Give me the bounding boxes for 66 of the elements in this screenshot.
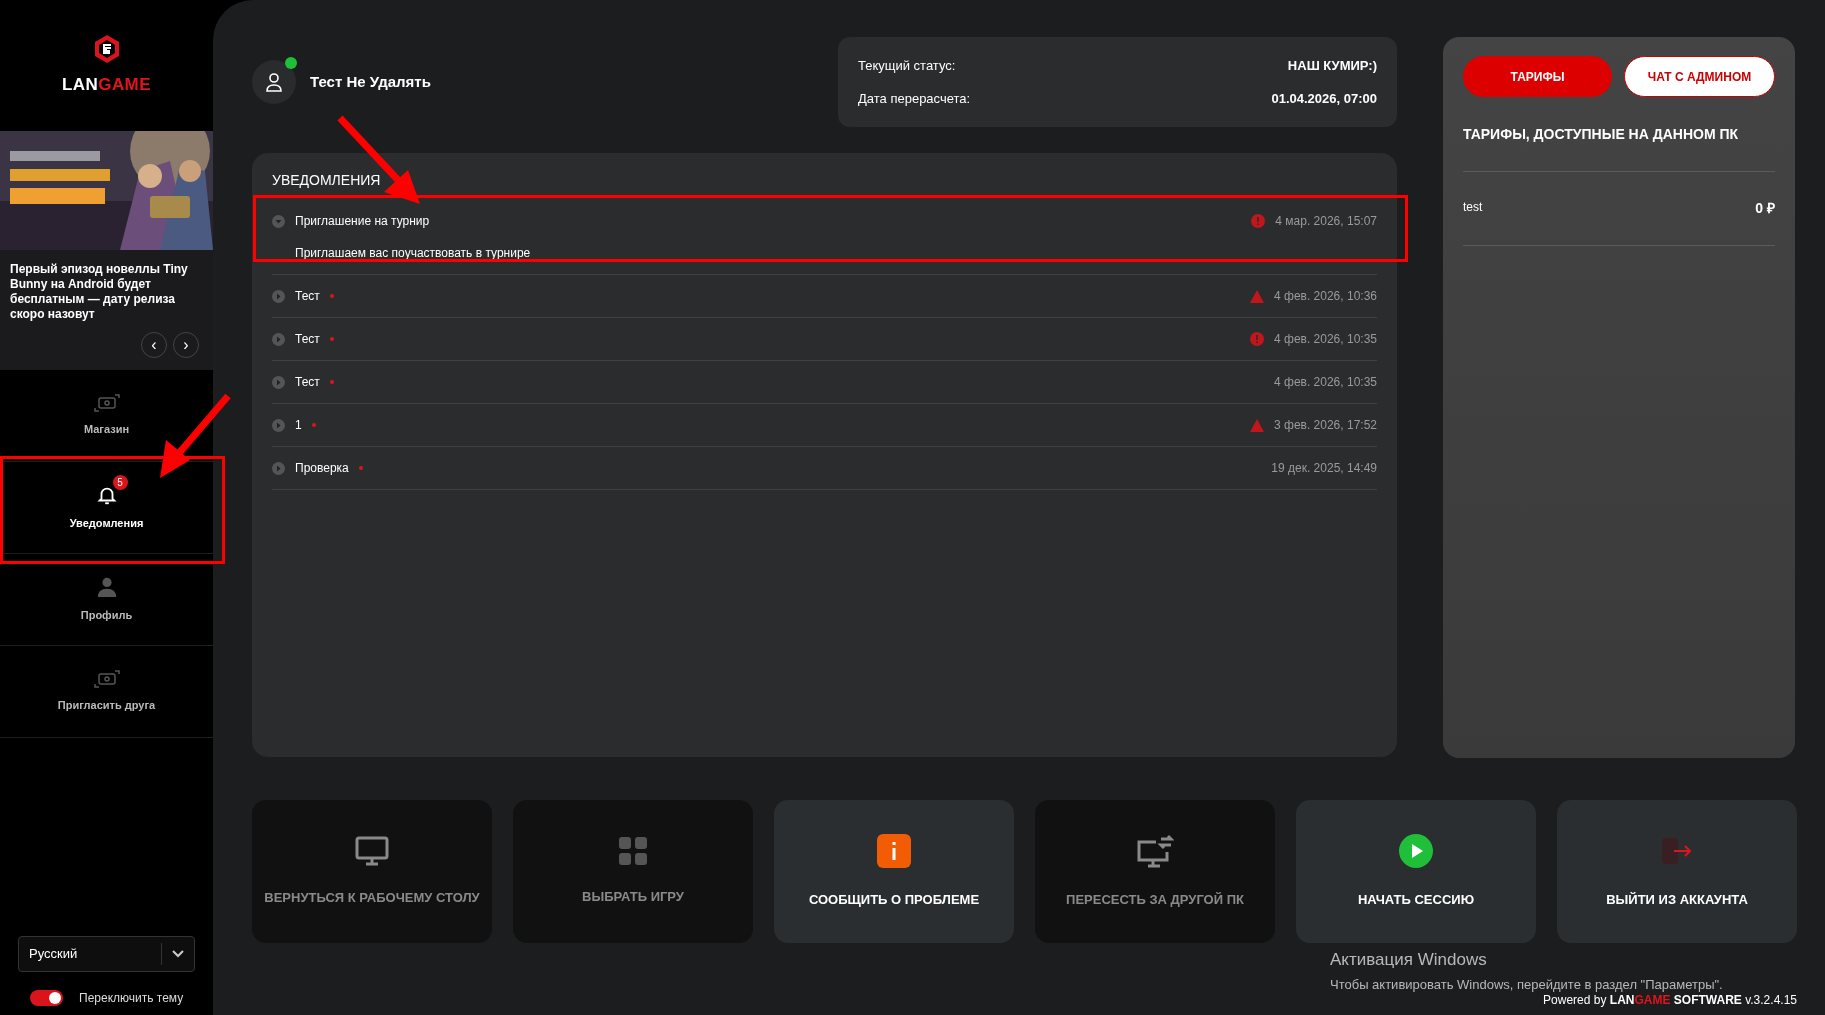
sidebar-item[interactable]: Магазин (56, 381, 157, 450)
notification-row[interactable]: Приглашение на турнир 4 мар. 2026, 15:07 Приглашаем вас поучаствовать в турнире (272, 200, 1377, 275)
activation-text: Чтобы активировать Windows, перейдите в раздел "Параметры". (1330, 975, 1723, 994)
sidebar-item[interactable]: Профиль (56, 563, 157, 636)
notification-row[interactable]: Тест 4 фев. 2026, 10:36 (272, 275, 1377, 318)
news-text: Первый эпизод новеллы Tiny Bunny на Android будет бесплатным — дату релиза скоро назовут (10, 262, 189, 322)
sidebar-item[interactable]: 5 Уведомления (56, 471, 157, 544)
action-button[interactable]: НАЧАТЬ СЕССИЮ (1296, 800, 1536, 943)
panel-heading: ТАРИФЫ, ДОСТУПНЫЕ НА ДАННОМ ПК (1463, 124, 1775, 172)
monitor-icon (355, 835, 389, 866)
notification-row[interactable]: 1 3 фев. 2026, 17:52 (272, 404, 1377, 447)
notification-date: 4 фев. 2026, 10:35 (1274, 331, 1377, 348)
chevron-down-icon (172, 950, 184, 958)
action-button[interactable]: СООБЩИТЬ О ПРОБЛЕМЕ (774, 800, 1014, 943)
sidebar-item[interactable]: Пригласить друга (56, 657, 157, 726)
status-value: НАШ КУМИР:) (1287, 56, 1377, 75)
notification-title: Тест (295, 374, 320, 391)
user-name: Тест Не Удалять (310, 71, 431, 92)
count-badge: 5 (112, 475, 128, 491)
logo-text: LANGAME (62, 73, 151, 96)
notification-title: Тест (295, 331, 320, 348)
language-select[interactable]: Русский (18, 936, 195, 972)
warning-icon (1250, 289, 1264, 303)
activation-title: Активация Windows (1330, 949, 1488, 971)
warning-icon (1250, 418, 1264, 432)
toggle-switch[interactable] (30, 990, 63, 1006)
person-icon (95, 575, 118, 600)
collapse-icon[interactable] (272, 214, 285, 228)
status-value: 01.04.2026, 07:00 (1271, 90, 1377, 108)
notification-date: 3 фев. 2026, 17:52 (1274, 417, 1377, 434)
notification-title: 1 (295, 417, 302, 434)
notification-title: Приглашение на турнир (295, 213, 430, 230)
tariff-price: 0 ₽ (1755, 199, 1775, 218)
banknote-icon (91, 669, 122, 690)
notification-title: Проверка (295, 460, 349, 477)
expand-icon[interactable] (272, 332, 285, 346)
notification-row[interactable]: Проверка 19 дек. 2025, 14:49 (272, 447, 1377, 490)
play-icon (1399, 833, 1433, 868)
notification-date: 4 фев. 2026, 10:35 (1274, 374, 1377, 391)
status-label: Текущий статус: (858, 56, 956, 75)
notification-date: 19 дек. 2025, 14:49 (1271, 460, 1377, 477)
status-label: Дата перерасчета: (858, 90, 971, 108)
notification-row[interactable]: Тест 4 фев. 2026, 10:35 (272, 361, 1377, 404)
alert-icon (1251, 214, 1266, 228)
toggle-label: Переключить тему (79, 990, 184, 1007)
user-icon (265, 72, 283, 92)
notification-date: 4 мар. 2026, 15:07 (1275, 213, 1377, 230)
expand-icon[interactable] (272, 418, 285, 432)
monitor-swap-icon (1136, 833, 1174, 868)
footer-text: Powered by LANGAME SOFTWARE v.3.2.4.15 (1543, 992, 1797, 1009)
info-icon (877, 833, 911, 868)
tariff-name: test (1463, 199, 1483, 216)
grid-icon (619, 836, 647, 865)
panel-title: УВЕДОМЛЕНИЯ (272, 171, 382, 190)
expand-icon[interactable] (272, 461, 285, 475)
tab[interactable]: ТАРИФЫ (1463, 56, 1612, 97)
expand-icon[interactable] (272, 375, 285, 389)
action-button[interactable]: ВЫЙТИ ИЗ АККАУНТА (1557, 800, 1797, 943)
notification-body: Приглашаем вас поучаствовать в турнире (295, 245, 532, 262)
notification-date: 4 фев. 2026, 10:36 (1274, 288, 1377, 305)
notification-title: Тест (295, 288, 320, 305)
tab[interactable]: ЧАТ С АДМИНОМ (1624, 56, 1775, 97)
expand-icon[interactable] (272, 289, 285, 303)
notification-row[interactable]: Тест 4 фев. 2026, 10:35 (272, 318, 1377, 361)
alert-icon (1250, 332, 1264, 346)
banknote-icon (91, 393, 122, 414)
